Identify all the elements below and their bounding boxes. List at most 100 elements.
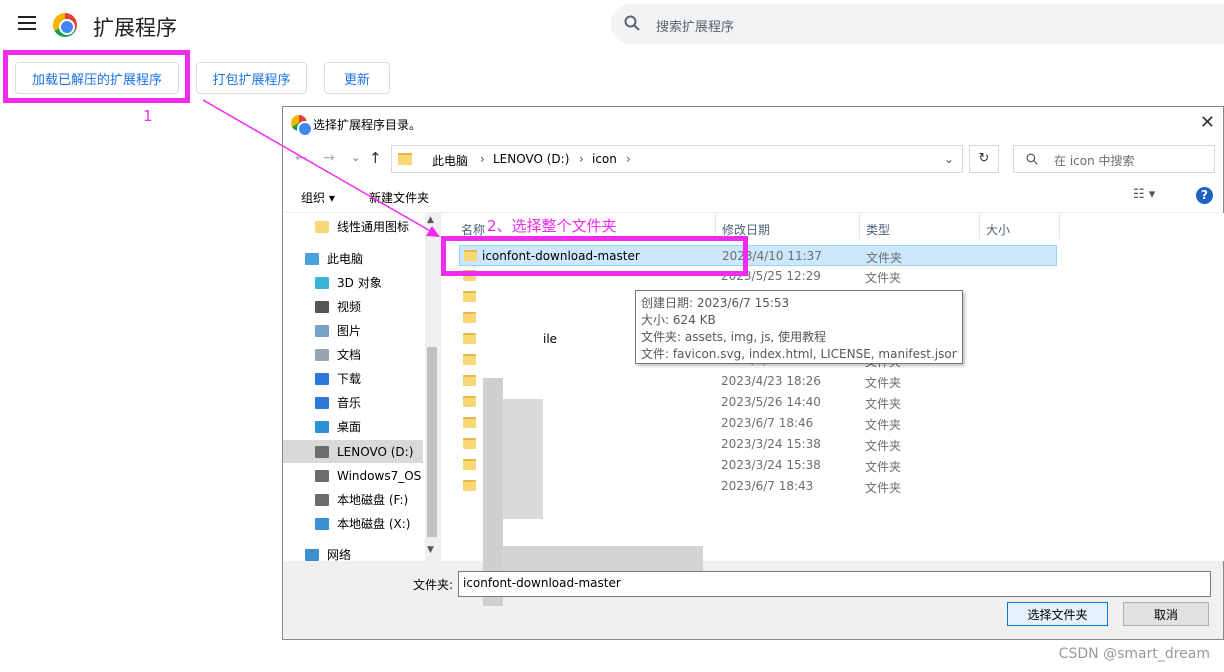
tooltip-line: 创建日期: 2023/6/7 15:53 — [641, 296, 790, 310]
menu-icon[interactable] — [18, 16, 36, 30]
folder-icon — [463, 417, 476, 428]
file-type: 文件夹 — [865, 460, 902, 474]
column-separator — [979, 213, 980, 239]
breadcrumb-separator: › — [480, 152, 485, 166]
search-placeholder: 搜索扩展程序 — [656, 20, 735, 35]
file-row[interactable]: 2023/3/24 15:38 文件夹 — [459, 434, 959, 455]
pack-extension-button[interactable]: 打包扩展程序 — [196, 62, 307, 94]
file-type: 文件夹 — [865, 418, 902, 432]
file-date: 2023/4/23 18:26 — [721, 374, 821, 388]
search-icon — [624, 15, 640, 31]
folder-icon — [315, 220, 329, 233]
up-arrow-icon[interactable]: ↑ — [369, 149, 382, 167]
nav-item-label: 线性通用图标 — [337, 220, 410, 234]
refresh-icon[interactable]: ↻ — [969, 145, 999, 173]
breadcrumb-icon[interactable]: icon — [592, 152, 617, 166]
nav-item[interactable]: 网络 — [283, 543, 423, 566]
view-options-icon[interactable]: ☷ ▾ — [1133, 187, 1155, 202]
file-type: 文件夹 — [865, 439, 902, 453]
breadcrumb-this-pc[interactable]: 此电脑 — [432, 152, 468, 169]
forward-arrow-icon[interactable]: → — [323, 150, 335, 166]
desktop-icon — [315, 420, 329, 433]
file-row[interactable]: 2023/5/26 14:40 文件夹 — [459, 392, 959, 413]
nav-item[interactable]: 桌面 — [283, 415, 423, 438]
new-folder-button[interactable]: 新建文件夹 — [369, 189, 429, 206]
folder-icon — [463, 459, 476, 470]
network-drive-icon — [315, 517, 329, 530]
nav-item[interactable]: 本地磁盘 (X:) — [283, 512, 423, 535]
cancel-button[interactable]: 取消 — [1123, 602, 1209, 626]
nav-item-label: 此电脑 — [327, 252, 364, 266]
file-row[interactable]: 2023/6/7 18:43 文件夹 — [459, 476, 959, 497]
folder-icon — [463, 396, 476, 407]
step2-label: 2、选择整个文件夹 — [487, 217, 617, 235]
folder-name-input[interactable]: iconfont-download-master — [458, 571, 1211, 597]
computer-icon — [305, 252, 319, 265]
load-unpacked-button[interactable]: 加载已解压的扩展程序 — [15, 62, 179, 94]
scrollbar-thumb[interactable] — [427, 347, 437, 537]
nav-item[interactable]: Windows7_OS — [283, 464, 423, 487]
nav-item[interactable]: 此电脑 — [283, 247, 423, 270]
nav-item-label: 音乐 — [337, 396, 362, 410]
nav-item[interactable]: 下载 — [283, 367, 423, 390]
scroll-down-icon[interactable]: ▼ — [427, 545, 434, 555]
dialog-title: 选择扩展程序目录。 — [313, 118, 422, 132]
folder-search-input[interactable]: 在 icon 中搜索 — [1013, 145, 1215, 173]
music-icon — [315, 396, 329, 409]
file-row[interactable]: 2023/6/7 18:46 文件夹 — [459, 413, 959, 434]
nav-item-label: 本地磁盘 (F:) — [337, 493, 409, 507]
file-date: 2023/6/7 18:43 — [721, 479, 814, 493]
nav-item[interactable]: 音乐 — [283, 391, 423, 414]
nav-item-label: 3D 对象 — [337, 276, 382, 290]
select-folder-button[interactable]: 选择文件夹 — [1007, 602, 1108, 626]
drive-icon — [315, 469, 329, 482]
nav-item-label: 下载 — [337, 372, 362, 386]
column-header-size[interactable]: 大小 — [986, 221, 1010, 238]
search-icon — [1026, 153, 1038, 165]
document-icon — [315, 348, 329, 361]
column-header-type[interactable]: 类型 — [866, 221, 890, 238]
scroll-up-icon[interactable]: ▲ — [427, 215, 434, 225]
recent-chevron-icon[interactable]: ⌄ — [351, 151, 360, 164]
nav-item-label: Windows7_OS — [337, 468, 422, 483]
help-icon[interactable]: ? — [1196, 187, 1213, 204]
nav-item[interactable]: 文档 — [283, 343, 423, 366]
nav-item[interactable]: LENOVO (D:) — [283, 440, 423, 463]
folder-icon — [463, 480, 476, 491]
nav-item-label: 网络 — [327, 548, 352, 562]
nav-item[interactable]: 线性通用图标 — [283, 215, 423, 238]
file-type: 文件夹 — [865, 481, 902, 495]
close-icon[interactable]: ✕ — [1200, 112, 1215, 133]
file-row[interactable]: 2023/3/24 15:38 文件夹 — [459, 455, 959, 476]
step2-highlight-box — [441, 236, 748, 276]
drive-icon — [315, 445, 329, 458]
nav-item[interactable]: 3D 对象 — [283, 271, 423, 294]
select-folder-dialog: 选择扩展程序目录。 ✕ ← → ⌄ ↑ 此电脑 › LENOVO (D:) › … — [282, 106, 1224, 640]
update-button[interactable]: 更新 — [324, 62, 390, 94]
file-date: 2023/3/24 15:38 — [721, 437, 821, 451]
folder-search-placeholder: 在 icon 中搜索 — [1054, 154, 1135, 168]
organize-menu[interactable]: 组织 ▾ — [301, 189, 335, 206]
breadcrumb-separator: › — [626, 152, 631, 166]
file-type: 文件夹 — [865, 397, 902, 411]
chrome-logo-icon — [53, 13, 77, 37]
file-date: 2023/3/24 15:38 — [721, 458, 821, 472]
nav-item-label: 图片 — [337, 324, 362, 338]
address-dropdown-icon[interactable]: ⌄ — [944, 152, 954, 166]
nav-item[interactable]: 视频 — [283, 295, 423, 318]
tooltip-line: 文件夹: assets, img, js, 使用教程 — [641, 330, 827, 344]
drive-icon — [315, 493, 329, 506]
nav-item[interactable]: 图片 — [283, 319, 423, 342]
file-row[interactable]: 2023/4/23 18:26 文件夹 — [459, 371, 959, 392]
column-separator — [859, 213, 860, 239]
network-icon — [305, 548, 319, 561]
tooltip-line: 文件: favicon.svg, index.html, LICENSE, ma… — [641, 347, 957, 361]
nav-item[interactable]: 本地磁盘 (F:) — [283, 488, 423, 511]
breadcrumb-lenovo[interactable]: LENOVO (D:) — [493, 152, 569, 166]
back-arrow-icon[interactable]: ← — [295, 150, 307, 166]
address-bar[interactable]: 此电脑 › LENOVO (D:) › icon › ⌄ — [391, 145, 963, 173]
dialog-titlebar — [283, 107, 1223, 139]
nav-item-label: 桌面 — [337, 420, 362, 434]
folder-icon — [463, 291, 476, 302]
nav-item-label: 文档 — [337, 348, 362, 362]
